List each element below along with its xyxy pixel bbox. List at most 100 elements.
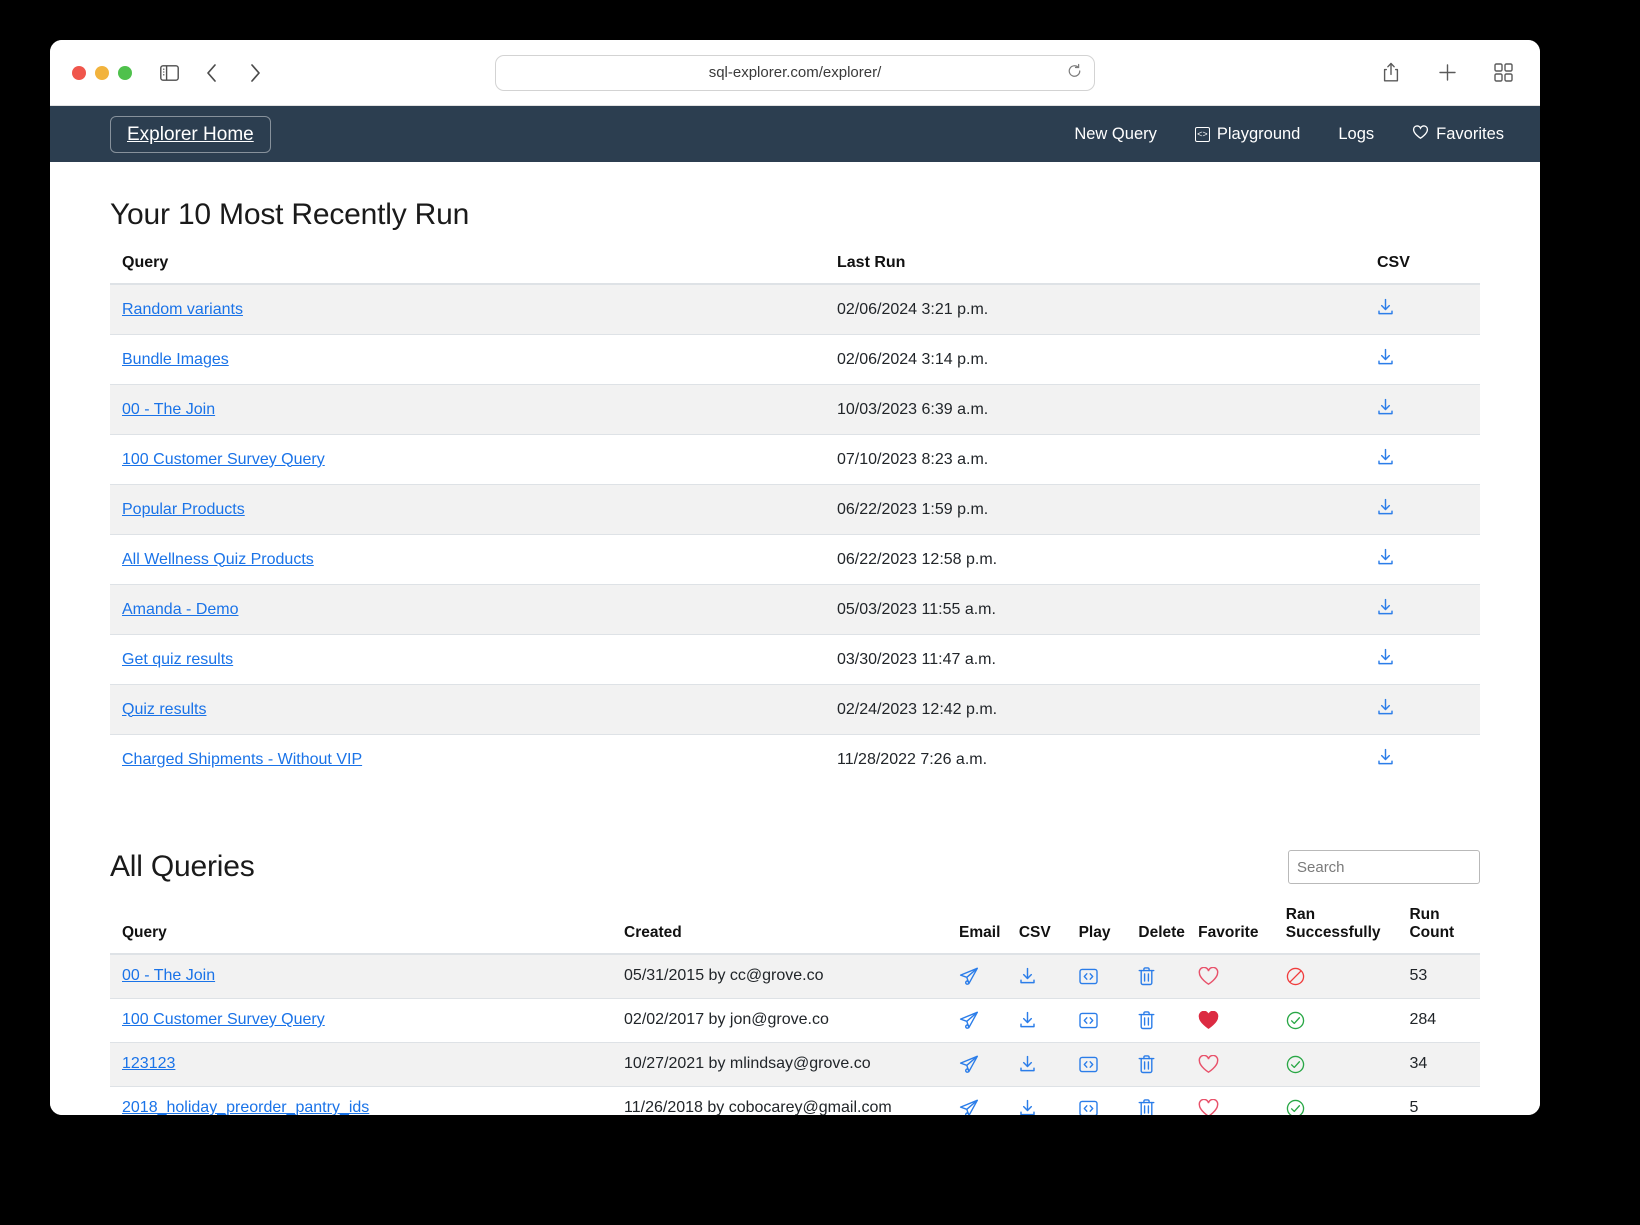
- browser-window: sql-explorer.com/explorer/: [50, 40, 1540, 1115]
- nav-new-query[interactable]: New Query: [1074, 125, 1157, 144]
- send-email-icon[interactable]: [959, 1055, 979, 1072]
- query-link[interactable]: All Wellness Quiz Products: [122, 551, 314, 568]
- ran-successfully-line2: Successfully: [1286, 924, 1381, 941]
- reload-icon[interactable]: [1067, 63, 1082, 82]
- recent-query-cell: Popular Products: [110, 485, 825, 535]
- desktop-background: sql-explorer.com/explorer/: [0, 0, 1640, 1225]
- window-traffic-lights[interactable]: [72, 66, 132, 80]
- table-row: All Wellness Quiz Products06/22/2023 12:…: [110, 535, 1480, 585]
- table-row: 100 Customer Survey Query02/02/2017 by j…: [110, 998, 1480, 1042]
- csv-cell: [1007, 998, 1067, 1042]
- heart-outline-icon[interactable]: [1198, 1099, 1219, 1115]
- email-cell: [947, 1042, 1007, 1086]
- all-query-cell: 123123: [110, 1042, 612, 1086]
- recent-last-run-cell: 03/30/2023 11:47 a.m.: [825, 635, 1365, 685]
- ran-successfully-cell: [1274, 954, 1398, 999]
- download-csv-icon[interactable]: [1377, 748, 1394, 771]
- table-row: Charged Shipments - Without VIP11/28/202…: [110, 735, 1480, 785]
- recent-query-cell: Random variants: [110, 284, 825, 335]
- tab-overview-icon[interactable]: [1488, 58, 1518, 88]
- nav-playground[interactable]: <> Playground: [1195, 125, 1300, 144]
- trash-icon[interactable]: [1138, 967, 1155, 984]
- play-query-icon[interactable]: [1079, 1011, 1098, 1028]
- download-csv-icon[interactable]: [1019, 967, 1036, 984]
- run-count-line1: Run: [1409, 906, 1439, 923]
- query-link[interactable]: 123123: [122, 1055, 175, 1072]
- play-query-icon[interactable]: [1079, 967, 1098, 984]
- query-link[interactable]: Quiz results: [122, 701, 206, 718]
- query-link[interactable]: 2018_holiday_preorder_pantry_ids: [122, 1099, 369, 1115]
- address-bar[interactable]: sql-explorer.com/explorer/: [495, 55, 1095, 91]
- send-email-icon[interactable]: [959, 1011, 979, 1028]
- send-email-icon[interactable]: [959, 1099, 979, 1115]
- query-link[interactable]: 100 Customer Survey Query: [122, 1011, 325, 1028]
- recent-query-cell: Charged Shipments - Without VIP: [110, 735, 825, 785]
- share-icon[interactable]: [1376, 58, 1406, 88]
- table-header-row: Query Last Run CSV: [110, 254, 1480, 284]
- send-email-icon[interactable]: [959, 967, 979, 984]
- play-query-icon[interactable]: [1079, 1099, 1098, 1115]
- download-csv-icon[interactable]: [1377, 348, 1394, 371]
- download-csv-icon[interactable]: [1377, 698, 1394, 721]
- minimize-window-button[interactable]: [95, 66, 109, 80]
- close-window-button[interactable]: [72, 66, 86, 80]
- run-count-cell: 5: [1397, 1086, 1480, 1115]
- back-arrow-icon[interactable]: [196, 58, 226, 88]
- recently-run-table: Query Last Run CSV Random variants02/06/…: [110, 254, 1480, 784]
- ran-successfully-cell: [1274, 1086, 1398, 1115]
- recent-csv-cell: [1365, 335, 1480, 385]
- check-circle-icon: [1286, 1011, 1305, 1028]
- all-header-csv: CSV: [1007, 906, 1067, 954]
- recent-query-cell: Quiz results: [110, 685, 825, 735]
- query-link[interactable]: Amanda - Demo: [122, 601, 239, 618]
- navbar-links: New Query <> Playground Logs: [1074, 124, 1504, 145]
- download-csv-icon[interactable]: [1377, 598, 1394, 621]
- table-row: Amanda - Demo05/03/2023 11:55 a.m.: [110, 585, 1480, 635]
- heart-outline-icon[interactable]: [1198, 967, 1219, 984]
- ban-circle-icon: [1286, 967, 1305, 984]
- recent-header-query: Query: [110, 254, 825, 284]
- nav-logs[interactable]: Logs: [1338, 125, 1374, 144]
- query-link[interactable]: 100 Customer Survey Query: [122, 451, 325, 468]
- all-header-ran-successfully: Ran Successfully: [1274, 906, 1398, 954]
- trash-icon[interactable]: [1138, 1099, 1155, 1115]
- table-row: 00 - The Join10/03/2023 6:39 a.m.: [110, 385, 1480, 435]
- query-link[interactable]: Charged Shipments - Without VIP: [122, 751, 362, 768]
- query-link[interactable]: Get quiz results: [122, 651, 233, 668]
- download-csv-icon[interactable]: [1377, 448, 1394, 471]
- download-csv-icon[interactable]: [1377, 648, 1394, 671]
- forward-arrow-icon[interactable]: [240, 58, 270, 88]
- play-query-icon[interactable]: [1079, 1055, 1098, 1072]
- download-csv-icon[interactable]: [1019, 1011, 1036, 1028]
- query-link[interactable]: 00 - The Join: [122, 967, 215, 984]
- brand-explorer-home[interactable]: Explorer Home: [110, 116, 271, 153]
- sidebar-toggle-icon[interactable]: [154, 58, 184, 88]
- download-csv-icon[interactable]: [1377, 298, 1394, 321]
- table-row: Popular Products 06/22/2023 1:59 p.m.: [110, 485, 1480, 535]
- run-count-cell: 284: [1397, 998, 1480, 1042]
- csv-cell: [1007, 954, 1067, 999]
- play-cell: [1067, 998, 1127, 1042]
- check-circle-icon: [1286, 1055, 1305, 1072]
- plus-icon[interactable]: [1432, 58, 1462, 88]
- query-link[interactable]: Random variants: [122, 301, 243, 318]
- heart-outline-icon[interactable]: [1198, 1055, 1219, 1072]
- download-csv-icon[interactable]: [1377, 548, 1394, 571]
- download-csv-icon[interactable]: [1377, 398, 1394, 421]
- search-input[interactable]: [1288, 850, 1480, 884]
- table-header-row: Query Created Email CSV Play Delete Favo…: [110, 906, 1480, 954]
- download-csv-icon[interactable]: [1019, 1099, 1036, 1115]
- table-row: 100 Customer Survey Query07/10/2023 8:23…: [110, 435, 1480, 485]
- query-link[interactable]: Bundle Images: [122, 351, 229, 368]
- table-row: Random variants02/06/2024 3:21 p.m.: [110, 284, 1480, 335]
- nav-favorites[interactable]: Favorites: [1412, 124, 1504, 145]
- download-csv-icon[interactable]: [1377, 498, 1394, 521]
- maximize-window-button[interactable]: [118, 66, 132, 80]
- trash-icon[interactable]: [1138, 1011, 1155, 1028]
- trash-icon[interactable]: [1138, 1055, 1155, 1072]
- recent-last-run-cell: 06/22/2023 1:59 p.m.: [825, 485, 1365, 535]
- query-link[interactable]: 00 - The Join: [122, 401, 215, 418]
- query-link[interactable]: Popular Products: [122, 501, 245, 518]
- heart-filled-icon[interactable]: [1198, 1011, 1219, 1028]
- download-csv-icon[interactable]: [1019, 1055, 1036, 1072]
